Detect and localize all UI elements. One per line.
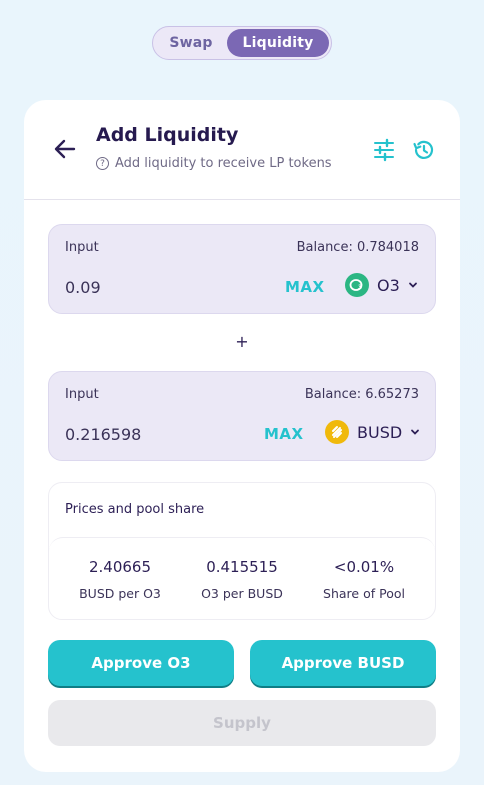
token-select-o3[interactable]: 3 O3 (345, 273, 418, 297)
stat-label: BUSD per O3 (79, 586, 161, 601)
swap-liquidity-toggle: Swap Liquidity (152, 26, 332, 60)
amount-input[interactable]: 0.09 (65, 278, 101, 297)
token-select-busd[interactable]: BUSD (325, 420, 420, 444)
token-b-input-panel: Input Balance: 6.65273 0.216598 MAX BUSD (48, 371, 436, 461)
supply-button[interactable]: Supply (48, 700, 436, 746)
input-label: Input (65, 240, 99, 255)
back-arrow-icon[interactable] (52, 136, 78, 162)
token-symbol: O3 (377, 275, 400, 295)
o3-logo-icon: 3 (345, 273, 369, 297)
max-button[interactable]: MAX (285, 278, 325, 296)
amount-input[interactable]: 0.216598 (65, 425, 141, 444)
settings-sliders-icon[interactable] (372, 138, 396, 162)
chevron-down-icon (411, 429, 420, 435)
token-a-input-panel: Input Balance: 0.784018 0.09 MAX 3 O3 (48, 224, 436, 314)
approve-busd-button[interactable]: Approve BUSD (250, 640, 436, 686)
stat-value: 2.40665 (88, 558, 152, 576)
history-icon[interactable] (412, 138, 436, 162)
tab-swap[interactable]: Swap (155, 29, 227, 57)
price-stats: 2.40665 BUSD per O3 0.415515 O3 per BUSD… (49, 537, 435, 619)
subtitle-text: Add liquidity to receive LP tokens (115, 156, 332, 171)
chevron-down-icon (408, 282, 417, 288)
balance-text: Balance: 6.65273 (304, 387, 419, 402)
token-symbol: BUSD (357, 422, 403, 442)
stat-label: Share of Pool (323, 586, 405, 601)
svg-text:3: 3 (358, 284, 362, 291)
plus-sign: + (235, 332, 249, 351)
balance-text: Balance: 0.784018 (296, 240, 419, 255)
stat-o3-per-busd: 0.415515 O3 per BUSD (182, 538, 302, 619)
approve-o3-button[interactable]: Approve O3 (48, 640, 234, 686)
tab-liquidity[interactable]: Liquidity (227, 29, 329, 57)
stat-busd-per-o3: 2.40665 BUSD per O3 (60, 538, 180, 619)
prices-title: Prices and pool share (65, 502, 205, 517)
max-button[interactable]: MAX (264, 425, 304, 443)
card-header: Add Liquidity ? Add liquidity to receive… (24, 100, 460, 200)
stat-label: O3 per BUSD (201, 586, 283, 601)
page-subtitle: ? Add liquidity to receive LP tokens (96, 156, 332, 171)
stat-value: <0.01% (333, 558, 395, 576)
input-label: Input (65, 387, 99, 402)
stat-share-of-pool: <0.01% Share of Pool (304, 538, 424, 619)
busd-logo-icon (325, 420, 349, 444)
page-title: Add Liquidity (96, 124, 239, 146)
add-liquidity-card: Add Liquidity ? Add liquidity to receive… (24, 100, 460, 772)
help-icon: ? (96, 157, 109, 170)
stat-value: 0.415515 (206, 558, 278, 576)
prices-and-pool-share: Prices and pool share 2.40665 BUSD per O… (48, 482, 436, 620)
